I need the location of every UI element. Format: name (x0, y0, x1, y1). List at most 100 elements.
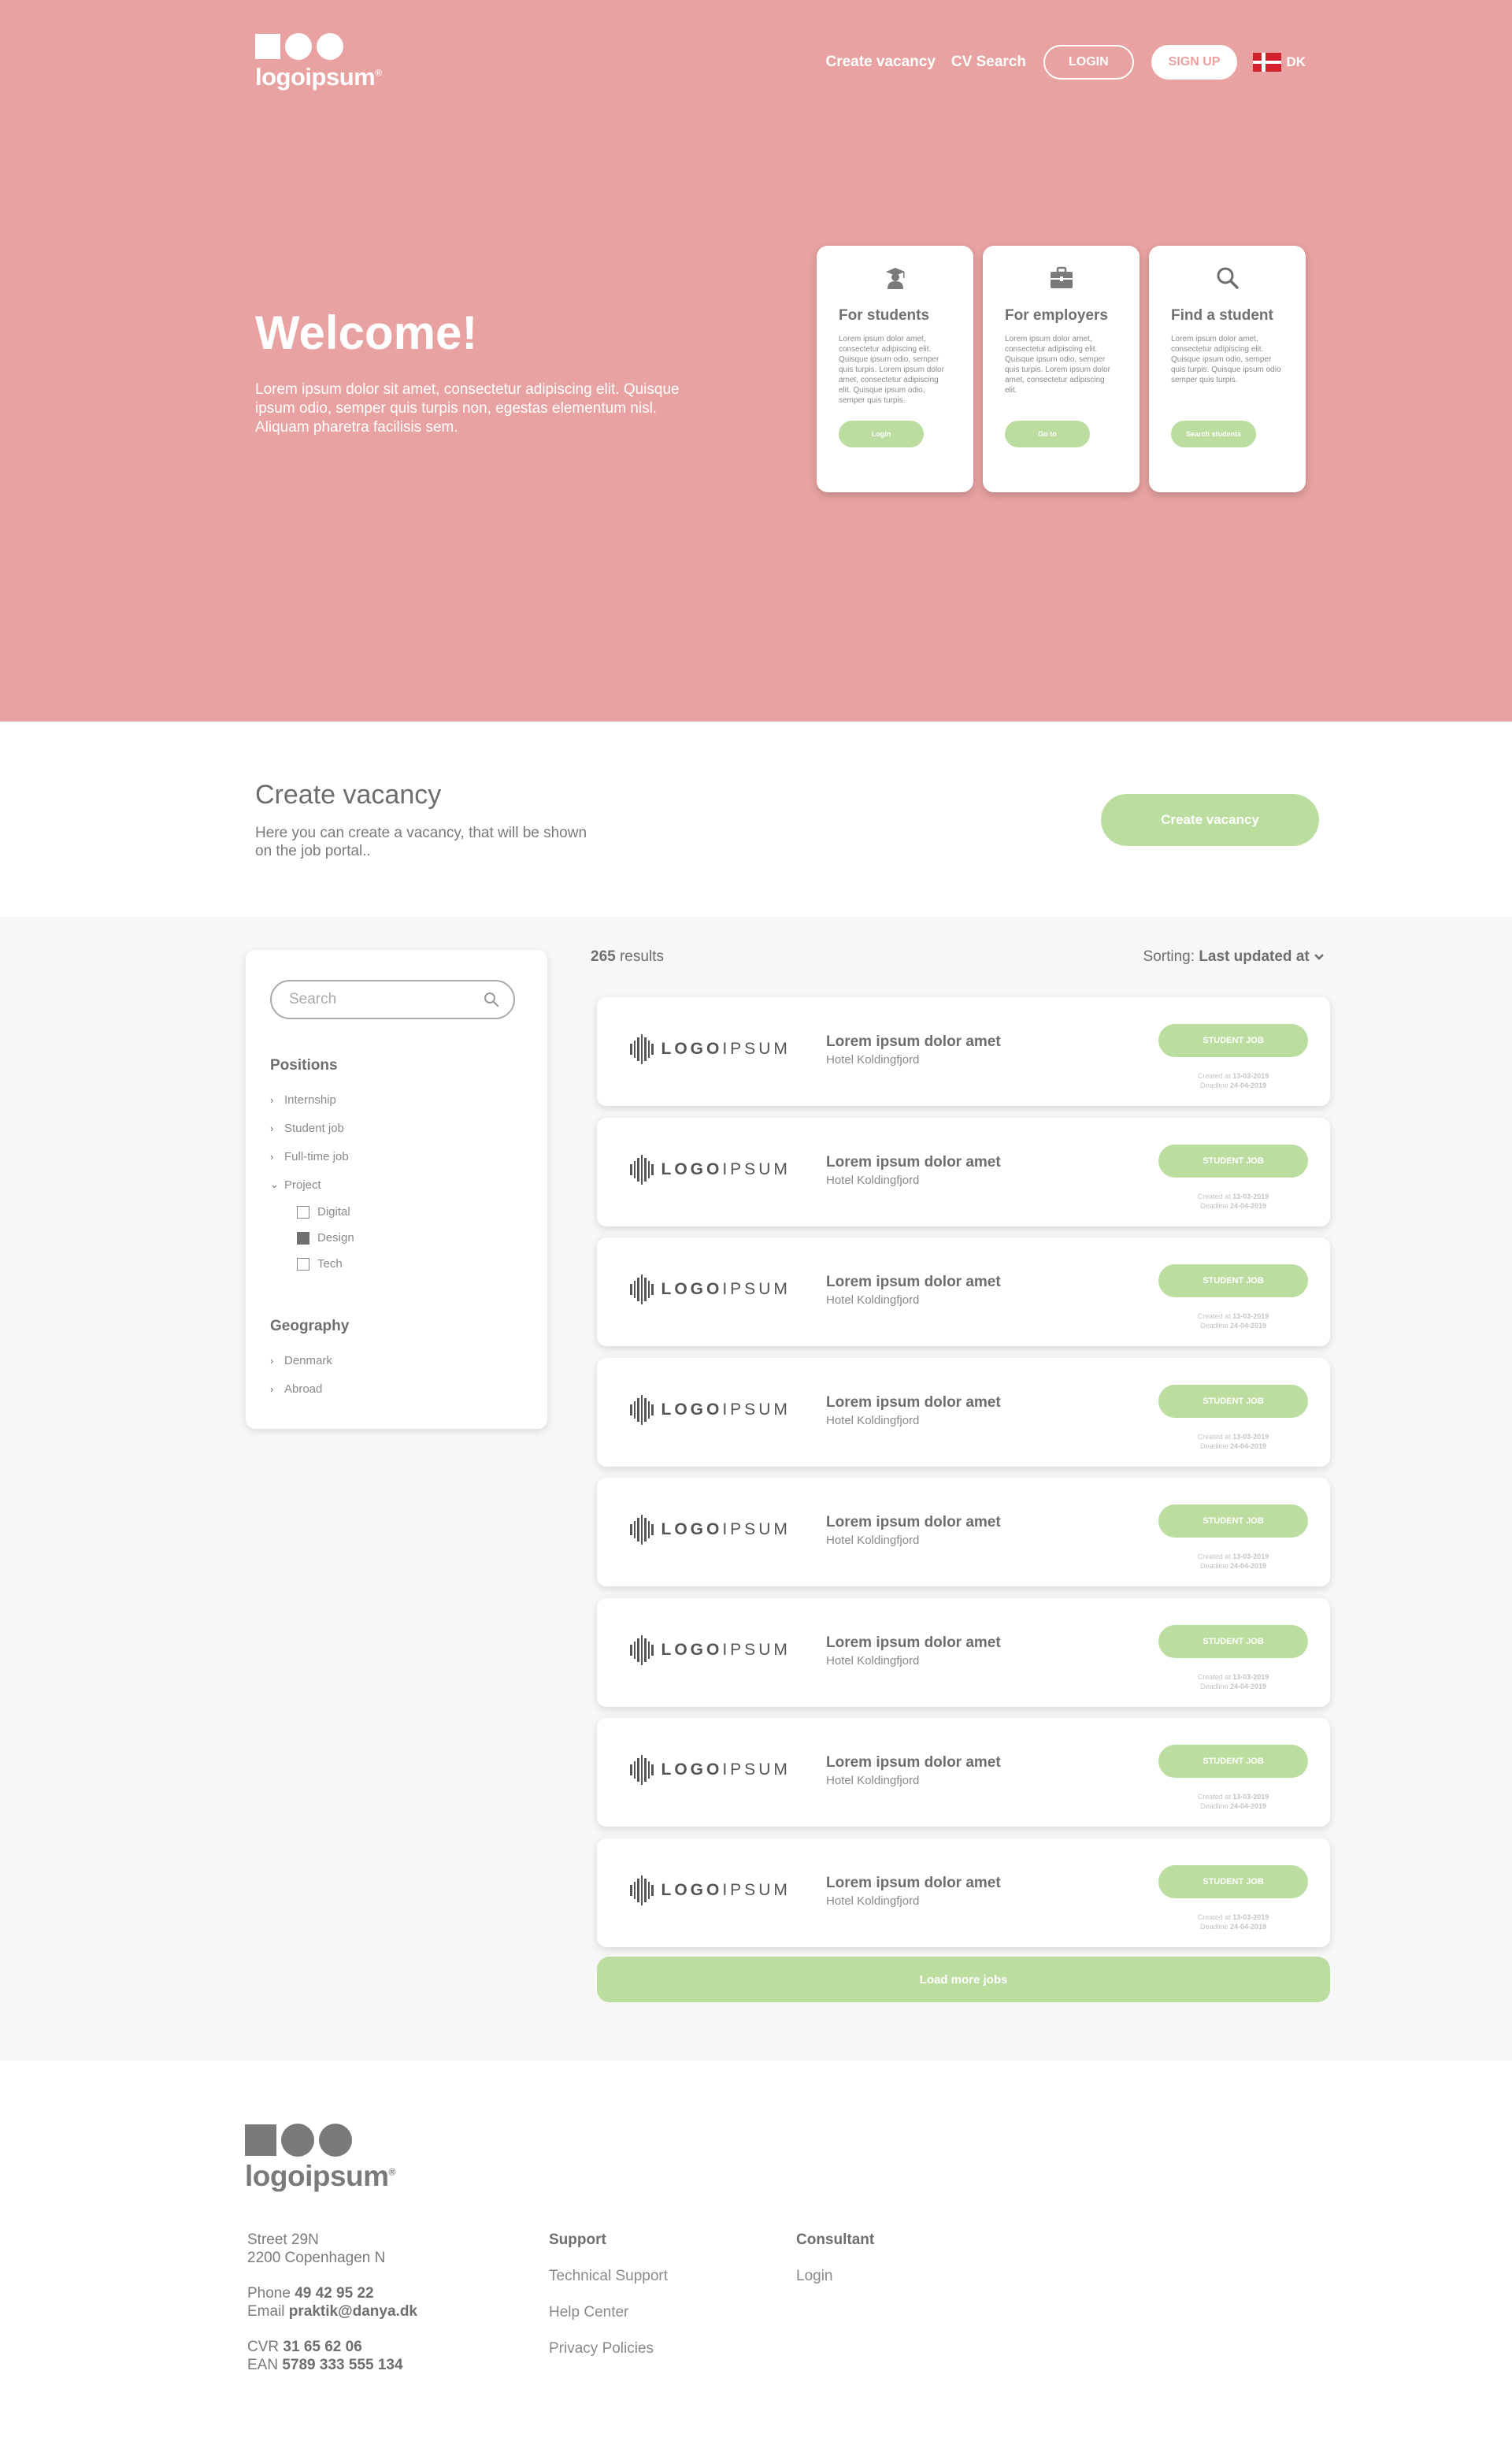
job-type-badge[interactable]: STUDENT JOB (1158, 1024, 1308, 1057)
footer-contact: Street 29N 2200 Copenhagen N Phone 49 42… (247, 2231, 417, 2374)
job-title[interactable]: Lorem ipsum dolor amet (826, 1634, 1001, 1652)
login-button[interactable]: LOGIN (1043, 45, 1134, 80)
geography-heading: Geography (270, 1318, 350, 1334)
logo-bars-icon (630, 1154, 654, 1185)
card-go-to-button[interactable]: Go to (1005, 421, 1090, 447)
language-selector[interactable]: DK (1253, 53, 1306, 72)
card-title: Find a student (1171, 307, 1273, 324)
job-card[interactable]: LOGOIPSUM Lorem ipsum dolor amet Hotel Kol… (597, 997, 1330, 1106)
logo-circle-shape (281, 2124, 314, 2157)
top-nav: Create vacancy CV Search LOGIN SIGN UP D… (825, 45, 1306, 80)
job-card[interactable]: LOGOIPSUM Lorem ipsum dolor amet Hotel Kol… (597, 1597, 1330, 1707)
job-card[interactable]: LOGOIPSUM Lorem ipsum dolor amet Hotel Kol… (597, 1237, 1330, 1346)
create-vacancy-text: Here you can create a vacancy, that will… (255, 825, 587, 859)
footer-logo[interactable]: logoipsum® (245, 2124, 395, 2193)
job-title[interactable]: Lorem ipsum dolor amet (826, 1154, 1001, 1171)
logo-bars-icon (630, 1634, 654, 1665)
consultant-login-link[interactable]: Login (796, 2267, 874, 2285)
filter-option-design[interactable]: Design (270, 1225, 523, 1251)
logo-mark (245, 2124, 395, 2157)
job-type-badge[interactable]: STUDENT JOB (1158, 1745, 1308, 1778)
job-title[interactable]: Lorem ipsum dolor amet (826, 1875, 1001, 1892)
logo-mark (255, 33, 382, 60)
search-icon[interactable] (484, 992, 499, 1007)
help-center-link[interactable]: Help Center (549, 2303, 668, 2321)
created-date: Created at 13-03-2019 (1197, 1672, 1269, 1681)
card-login-button[interactable]: Login (839, 421, 924, 447)
filter-abroad[interactable]: › Abroad (270, 1375, 523, 1403)
company-logo: LOGOIPSUM (630, 1154, 791, 1185)
search-field[interactable] (270, 980, 515, 1019)
logo-wordmark: logoipsum® (245, 2160, 395, 2192)
job-company: Hotel Koldingfjord (826, 1413, 920, 1427)
job-card[interactable]: LOGOIPSUM Lorem ipsum dolor amet Hotel Kol… (597, 1117, 1330, 1226)
job-dates: Created at 13-03-2019 Deadline 24-04-2019 (1158, 1792, 1308, 1811)
option-label: Digital (317, 1205, 350, 1219)
search-input[interactable] (289, 991, 462, 1008)
load-more-button[interactable]: Load more jobs (597, 1957, 1330, 2002)
option-label: Tech (317, 1257, 343, 1271)
job-card[interactable]: LOGOIPSUM Lorem ipsum dolor amet Hotel Kol… (597, 1718, 1330, 1827)
danish-flag-icon (1253, 53, 1282, 72)
job-type-badge[interactable]: STUDENT JOB (1158, 1144, 1308, 1178)
sorting-dropdown[interactable]: Sorting: Last updated at (1143, 948, 1325, 966)
card-text: Lorem ipsum dolor amet, consectetur adip… (1171, 335, 1281, 384)
card-text: Lorem ipsum dolor amet, consectetur adip… (839, 335, 944, 405)
filter-panel: Positions › Internship › Student job › Full… (246, 950, 547, 1429)
job-type-badge[interactable]: STUDENT JOB (1158, 1384, 1308, 1418)
nav-link-create-vacancy[interactable]: Create vacancy (825, 54, 935, 71)
job-title[interactable]: Lorem ipsum dolor amet (826, 1274, 1001, 1291)
filter-internship[interactable]: › Internship (270, 1085, 523, 1114)
checkbox-checked[interactable] (297, 1231, 309, 1245)
card-search-students-button[interactable]: Search students (1171, 421, 1256, 447)
language-code: DK (1286, 54, 1306, 69)
company-logo-text: LOGOIPSUM (661, 1760, 791, 1779)
job-card[interactable]: LOGOIPSUM Lorem ipsum dolor amet Hotel Kol… (597, 1357, 1330, 1467)
technical-support-link[interactable]: Technical Support (549, 2267, 668, 2285)
welcome-block: Welcome! Lorem ipsum dolor sit amet, con… (255, 306, 696, 437)
logo-bars-icon (630, 1875, 654, 1905)
job-dates: Created at 13-03-2019 Deadline 24-04-2019 (1158, 1311, 1308, 1330)
company-logo-text: LOGOIPSUM (661, 1159, 791, 1178)
job-dates: Created at 13-03-2019 Deadline 24-04-2019 (1158, 1192, 1308, 1211)
filter-student-job[interactable]: › Student job (270, 1114, 523, 1142)
briefcase-icon (1050, 266, 1073, 288)
company-logo-text: LOGOIPSUM (661, 1880, 791, 1899)
filter-project[interactable]: ⌄ Project (270, 1170, 523, 1199)
job-type-badge[interactable]: STUDENT JOB (1158, 1624, 1308, 1658)
footer-support: Support Technical Support Help Center Pr… (549, 2231, 668, 2376)
header-logo[interactable]: logoipsum® (255, 33, 382, 91)
checkbox[interactable] (297, 1205, 309, 1219)
job-listing-section: Positions › Internship › Student job › Full… (0, 917, 1512, 2061)
chevron-right-icon: › (270, 1150, 274, 1163)
job-company: Hotel Koldingfjord (826, 1894, 920, 1908)
ean-line: EAN 5789 333 555 134 (247, 2357, 403, 2373)
filter-full-time-job[interactable]: › Full-time job (270, 1142, 523, 1170)
company-logo-text: LOGOIPSUM (661, 1400, 791, 1419)
nav-link-cv-search[interactable]: CV Search (951, 54, 1026, 71)
checkbox[interactable] (297, 1257, 309, 1271)
filter-option-tech[interactable]: Tech (270, 1251, 523, 1277)
job-type-badge[interactable]: STUDENT JOB (1158, 1504, 1308, 1538)
job-title[interactable]: Lorem ipsum dolor amet (826, 1033, 1001, 1051)
created-date: Created at 13-03-2019 (1197, 1432, 1269, 1441)
company-logo: LOGOIPSUM (630, 1394, 791, 1425)
job-card[interactable]: LOGOIPSUM Lorem ipsum dolor amet Hotel Kol… (597, 1478, 1330, 1586)
company-logo: LOGOIPSUM (630, 1515, 791, 1545)
job-dates: Created at 13-03-2019 Deadline 24-04-2019 (1158, 1912, 1308, 1931)
job-title[interactable]: Lorem ipsum dolor amet (826, 1394, 1001, 1412)
privacy-policies-link[interactable]: Privacy Policies (549, 2339, 668, 2358)
job-title[interactable]: Lorem ipsum dolor amet (826, 1754, 1001, 1772)
hero-section: logoipsum® Create vacancy CV Search LOGI… (0, 0, 1512, 722)
filter-label: Full-time job (284, 1149, 349, 1163)
job-dates: Created at 13-03-2019 Deadline 24-04-2019 (1158, 1552, 1308, 1571)
job-type-badge[interactable]: STUDENT JOB (1158, 1264, 1308, 1297)
job-title[interactable]: Lorem ipsum dolor amet (826, 1514, 1001, 1531)
filter-option-digital[interactable]: Digital (270, 1199, 523, 1225)
job-company: Hotel Koldingfjord (826, 1534, 920, 1547)
filter-denmark[interactable]: › Denmark (270, 1346, 523, 1375)
create-vacancy-button[interactable]: Create vacancy (1101, 794, 1319, 846)
signup-button[interactable]: SIGN UP (1151, 45, 1238, 80)
job-card[interactable]: LOGOIPSUM Lorem ipsum dolor amet Hotel Kol… (597, 1838, 1330, 1947)
job-type-badge[interactable]: STUDENT JOB (1158, 1864, 1308, 1898)
